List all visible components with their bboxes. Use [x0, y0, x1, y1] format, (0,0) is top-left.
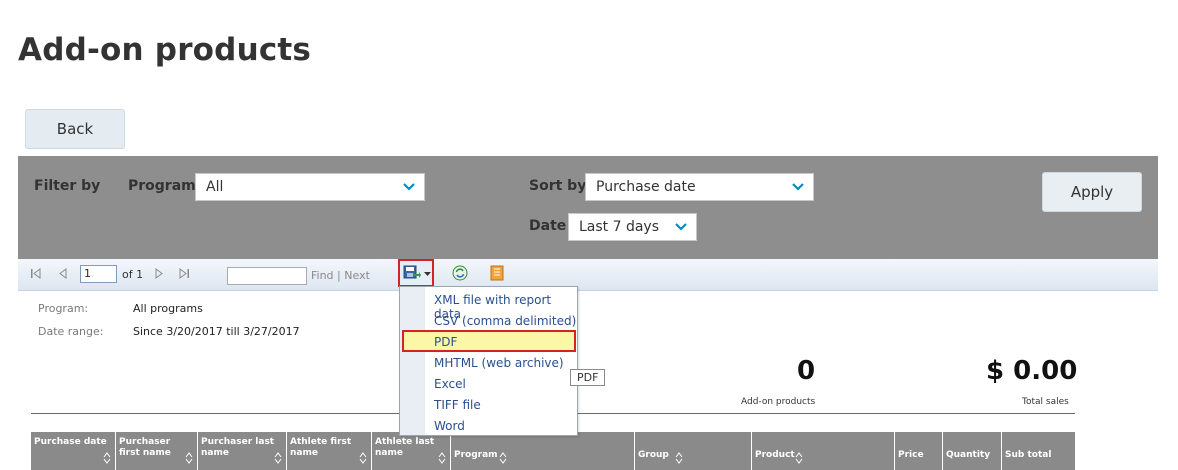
sort-select-value: Purchase date — [596, 179, 696, 195]
col-price[interactable]: Price — [895, 432, 943, 470]
back-button[interactable]: Back — [25, 109, 125, 149]
sort-icon — [103, 452, 111, 464]
col-product[interactable]: Product — [752, 432, 895, 470]
find-separator: | — [337, 269, 341, 282]
sort-icon — [499, 452, 507, 464]
menu-gutter — [400, 287, 425, 435]
sort-icon — [185, 452, 193, 464]
col-purchaser-first-name[interactable]: Purchaser first name — [116, 432, 198, 470]
find-next-links: Find | Next — [311, 269, 370, 282]
col-purchase-date[interactable]: Purchase date — [31, 432, 116, 470]
chevron-down-icon — [675, 223, 687, 231]
col-group[interactable]: Group — [635, 432, 752, 470]
date-range-value: Since 3/20/2017 till 3/27/2017 — [133, 325, 300, 338]
menu-item-pdf-highlight — [402, 330, 576, 352]
menu-item-pdf[interactable]: PDF — [434, 335, 457, 349]
col-sub-total[interactable]: Sub total — [1002, 432, 1075, 470]
program-label: Program — [128, 178, 196, 194]
chevron-down-icon — [403, 183, 415, 191]
program-select-value: All — [206, 179, 224, 195]
page-title: Add-on products — [18, 32, 312, 68]
date-label: Date — [529, 218, 567, 234]
total-sales-caption: Total sales — [1022, 397, 1069, 407]
addon-count: 0 — [797, 356, 816, 386]
pdf-tooltip: PDF — [570, 369, 606, 386]
menu-item-mhtml[interactable]: MHTML (web archive) — [434, 356, 564, 370]
sort-select[interactable]: Purchase date — [585, 173, 814, 201]
find-link[interactable]: Find — [311, 269, 334, 282]
filter-by-label: Filter by — [34, 178, 101, 194]
page-count: of 1 — [122, 268, 144, 281]
find-input[interactable] — [227, 267, 307, 285]
next-link[interactable]: Next — [344, 269, 370, 282]
chevron-down-icon — [792, 183, 804, 191]
program-select[interactable]: All — [195, 173, 425, 201]
col-program[interactable]: Program — [451, 432, 635, 470]
sort-icon — [274, 452, 282, 464]
total-sales: $ 0.00 — [986, 356, 1078, 386]
export-menu: XML file with report data CSV (comma del… — [399, 286, 578, 436]
date-select[interactable]: Last 7 days — [568, 213, 697, 241]
filter-bar: Filter by Program All Sort by Purchase d… — [18, 156, 1158, 259]
export-button[interactable] — [398, 259, 434, 287]
col-athlete-first-name[interactable]: Athlete first name — [287, 432, 372, 470]
col-quantity[interactable]: Quantity — [943, 432, 1002, 470]
previous-page-icon[interactable] — [58, 268, 68, 279]
apply-button[interactable]: Apply — [1042, 172, 1142, 212]
date-range-label: Date range: — [38, 325, 104, 338]
table-header: Purchase date Purchaser first name Purch… — [31, 432, 1075, 470]
col-athlete-last-name[interactable]: Athlete last name — [372, 432, 451, 470]
program-meta-value: All programs — [133, 302, 203, 315]
menu-item-excel[interactable]: Excel — [434, 377, 466, 391]
date-select-value: Last 7 days — [579, 219, 660, 235]
sort-icon — [795, 452, 803, 464]
refresh-icon[interactable] — [452, 265, 468, 281]
menu-item-csv[interactable]: CSV (comma delimited) — [434, 314, 576, 328]
last-page-icon[interactable] — [178, 268, 190, 279]
sort-by-label: Sort by — [529, 178, 587, 194]
print-layout-icon[interactable] — [490, 265, 504, 281]
next-page-icon[interactable] — [154, 268, 164, 279]
sort-icon — [675, 452, 683, 464]
menu-item-tiff[interactable]: TIFF file — [434, 398, 481, 412]
col-purchaser-last-name[interactable]: Purchaser last name — [198, 432, 287, 470]
addon-caption: Add-on products — [741, 397, 816, 407]
export-save-icon — [403, 265, 421, 279]
sort-icon — [438, 452, 446, 464]
program-meta-label: Program: — [38, 302, 89, 315]
first-page-icon[interactable] — [30, 268, 42, 279]
caret-down-icon — [424, 272, 431, 276]
menu-item-word[interactable]: Word — [434, 419, 465, 433]
report-toolbar: 1 of 1 Find | Next — [18, 259, 1158, 291]
page-number-input[interactable]: 1 — [80, 265, 117, 283]
sort-icon — [359, 452, 367, 464]
